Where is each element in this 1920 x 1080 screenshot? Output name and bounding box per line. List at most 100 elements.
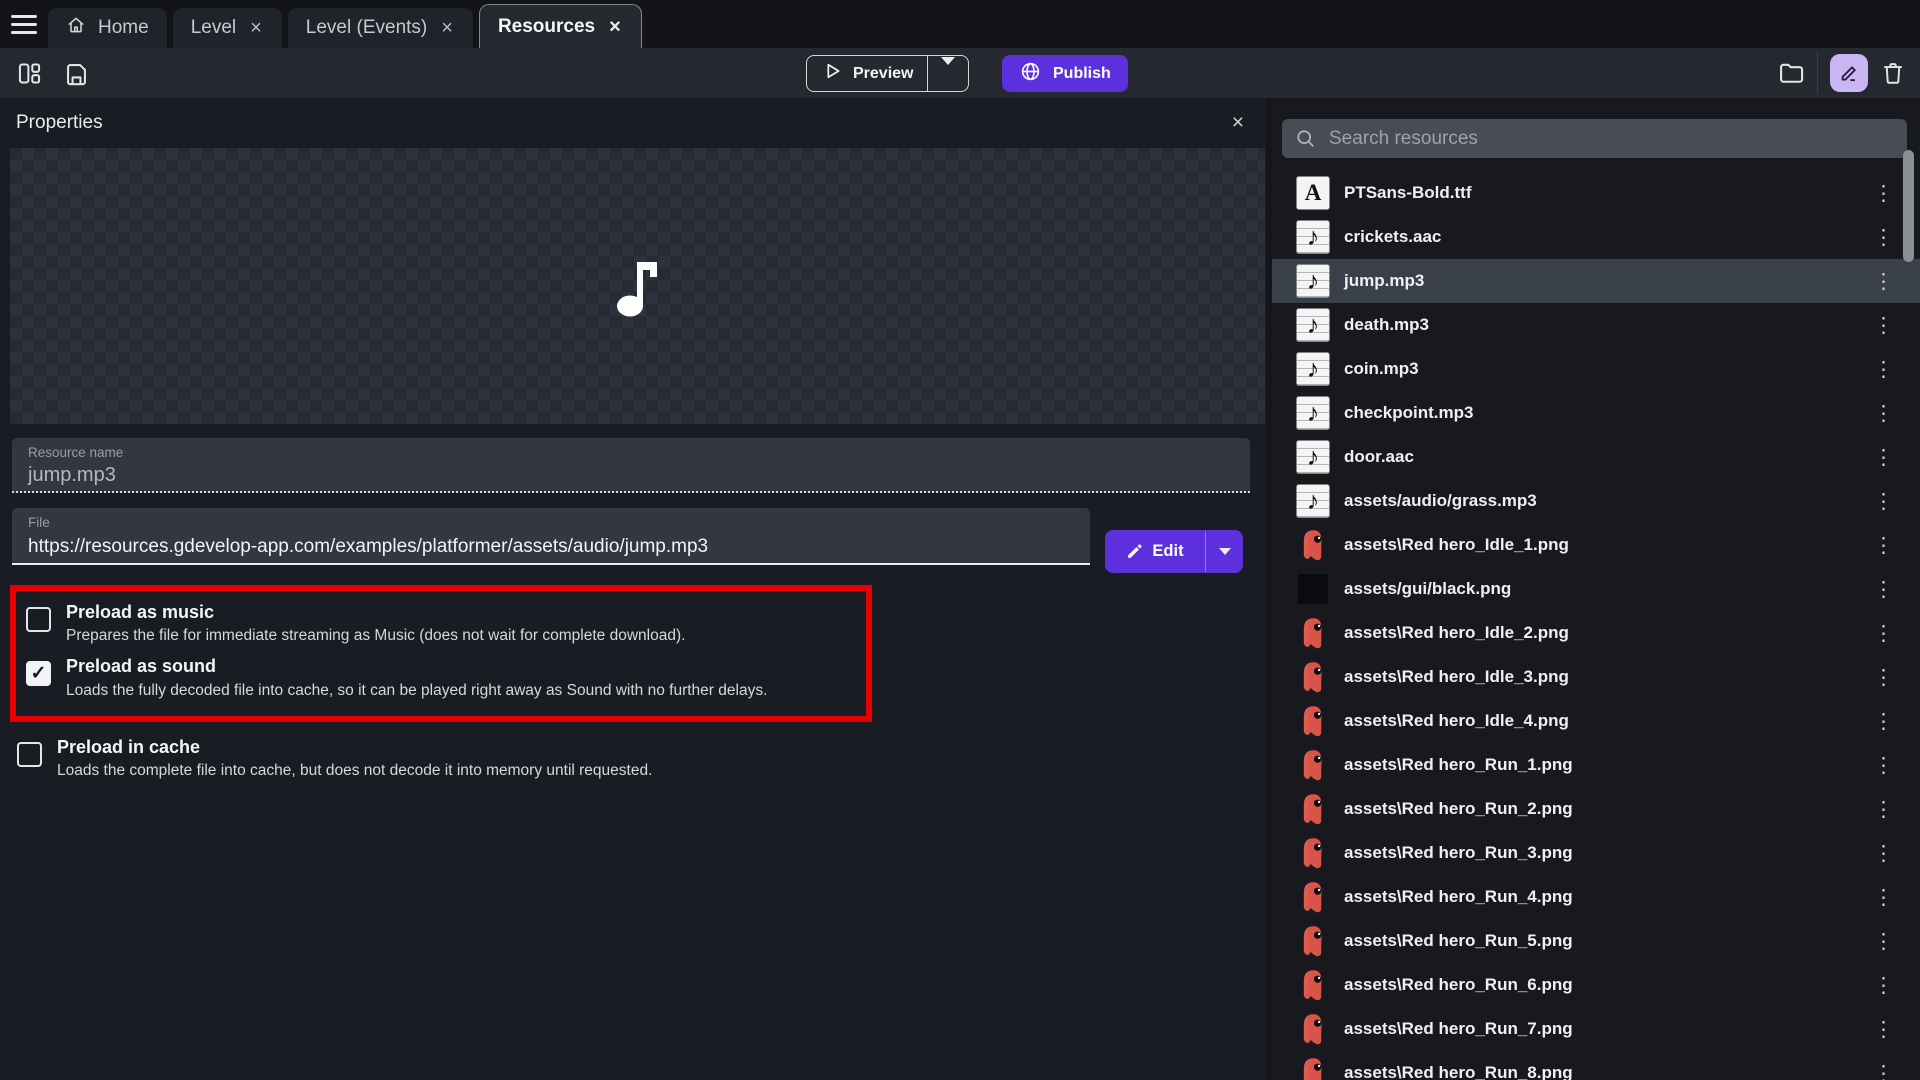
option-label: Preload as music bbox=[66, 601, 685, 624]
scrollbar-thumb[interactable] bbox=[1903, 150, 1914, 262]
kebab-menu-icon[interactable]: ⋮ bbox=[1873, 799, 1894, 820]
option-description: Loads the fully decoded file into cache,… bbox=[66, 682, 767, 700]
resources-sidebar: A PTSans-Bold.ttf ⋮ ♪ crickets.aac ⋮ ♪ j… bbox=[1272, 98, 1920, 1080]
kebab-menu-icon[interactable]: ⋮ bbox=[1873, 535, 1894, 556]
trash-icon[interactable] bbox=[1880, 60, 1906, 86]
kebab-menu-icon[interactable]: ⋮ bbox=[1873, 711, 1894, 732]
resource-list-item[interactable]: ♪ door.aac ⋮ bbox=[1272, 435, 1920, 479]
resource-list-item[interactable]: assets\Red hero_Run_8.png ⋮ bbox=[1272, 1051, 1920, 1080]
resource-list-item[interactable]: assets\Red hero_Run_3.png ⋮ bbox=[1272, 831, 1920, 875]
resource-list-item[interactable]: assets\Red hero_Idle_4.png ⋮ bbox=[1272, 699, 1920, 743]
kebab-menu-icon[interactable]: ⋮ bbox=[1873, 1019, 1894, 1040]
tab-home[interactable]: Home bbox=[48, 8, 167, 48]
publish-button[interactable]: Publish bbox=[1002, 55, 1128, 92]
resource-list-item[interactable]: assets\Red hero_Idle_2.png ⋮ bbox=[1272, 611, 1920, 655]
search-input[interactable] bbox=[1329, 128, 1894, 150]
file-field[interactable]: File https://resources.gdevelop-app.com/… bbox=[12, 508, 1090, 565]
resource-list-item[interactable]: ♪ assets/audio/grass.mp3 ⋮ bbox=[1272, 479, 1920, 523]
gdevelop-window: Home Level × Level (Events) × Resources … bbox=[0, 0, 1920, 1080]
resource-list-item[interactable]: assets\Red hero_Run_7.png ⋮ bbox=[1272, 1007, 1920, 1051]
edit-mode-toggle[interactable] bbox=[1830, 54, 1868, 92]
file-label: File bbox=[28, 515, 1074, 530]
audio-file-icon: ♪ bbox=[1296, 484, 1330, 518]
kebab-menu-icon[interactable]: ⋮ bbox=[1873, 667, 1894, 688]
kebab-menu-icon[interactable]: ⋮ bbox=[1873, 359, 1894, 380]
option-label: Preload as sound bbox=[66, 655, 767, 678]
main-menu-icon[interactable] bbox=[0, 0, 48, 48]
resource-name: assets\Red hero_Idle_3.png bbox=[1344, 667, 1569, 687]
font-file-icon: A bbox=[1296, 176, 1330, 210]
option-preload-as-sound: ✓ Preload as sound Loads the fully decod… bbox=[26, 650, 856, 704]
kebab-menu-icon[interactable]: ⋮ bbox=[1873, 271, 1894, 292]
tab-level[interactable]: Level × bbox=[173, 8, 282, 48]
resource-list-item[interactable]: assets\Red hero_Run_1.png ⋮ bbox=[1272, 743, 1920, 787]
black-file-icon bbox=[1298, 574, 1328, 604]
kebab-menu-icon[interactable]: ⋮ bbox=[1873, 403, 1894, 424]
resource-name: crickets.aac bbox=[1344, 227, 1441, 247]
resource-name: assets\Red hero_Run_3.png bbox=[1344, 843, 1573, 863]
properties-title: Properties bbox=[16, 112, 103, 134]
kebab-menu-icon[interactable]: ⋮ bbox=[1873, 491, 1894, 512]
kebab-menu-icon[interactable]: ⋮ bbox=[1873, 887, 1894, 908]
properties-panel: Properties × Resource name jump.mp3 File… bbox=[0, 98, 1266, 1080]
resource-list-item[interactable]: assets\Red hero_Run_6.png ⋮ bbox=[1272, 963, 1920, 1007]
audio-file-icon: ♪ bbox=[1296, 396, 1330, 430]
tab-level-events[interactable]: Level (Events) × bbox=[288, 8, 473, 48]
resource-list-item[interactable]: assets\Red hero_Run_2.png ⋮ bbox=[1272, 787, 1920, 831]
kebab-menu-icon[interactable]: ⋮ bbox=[1873, 623, 1894, 644]
edit-dropdown-button[interactable] bbox=[1206, 530, 1243, 573]
kebab-menu-icon[interactable]: ⋮ bbox=[1873, 843, 1894, 864]
kebab-menu-icon[interactable]: ⋮ bbox=[1873, 931, 1894, 952]
resource-name: door.aac bbox=[1344, 447, 1414, 467]
resource-list-item[interactable]: A PTSans-Bold.ttf ⋮ bbox=[1272, 171, 1920, 215]
folder-icon[interactable] bbox=[1777, 59, 1805, 87]
kebab-menu-icon[interactable]: ⋮ bbox=[1873, 447, 1894, 468]
tab-bar: Home Level × Level (Events) × Resources … bbox=[0, 0, 1920, 48]
file-value: https://resources.gdevelop-app.com/examp… bbox=[28, 536, 1074, 558]
close-icon[interactable]: × bbox=[439, 18, 455, 38]
preview-label: Preview bbox=[853, 65, 913, 83]
edit-file-button[interactable]: Edit bbox=[1105, 530, 1243, 573]
resource-list-item[interactable]: ♪ death.mp3 ⋮ bbox=[1272, 303, 1920, 347]
preload-as-sound-checkbox[interactable]: ✓ bbox=[26, 661, 51, 686]
resource-list-item[interactable]: assets\Red hero_Idle_1.png ⋮ bbox=[1272, 523, 1920, 567]
publish-label: Publish bbox=[1053, 65, 1111, 83]
tab-label: Level (Events) bbox=[306, 17, 427, 39]
resource-list-item[interactable]: assets\Red hero_Run_5.png ⋮ bbox=[1272, 919, 1920, 963]
kebab-menu-icon[interactable]: ⋮ bbox=[1873, 227, 1894, 248]
resource-name: checkpoint.mp3 bbox=[1344, 403, 1473, 423]
image-file-icon bbox=[1296, 924, 1330, 958]
close-icon[interactable]: × bbox=[607, 17, 623, 37]
resource-name: assets\Red hero_Idle_2.png bbox=[1344, 623, 1569, 643]
image-file-icon bbox=[1296, 1056, 1330, 1080]
resource-name: assets\Red hero_Idle_1.png bbox=[1344, 535, 1569, 555]
resource-list-item[interactable]: assets\Red hero_Run_4.png ⋮ bbox=[1272, 875, 1920, 919]
preview-dropdown-button[interactable] bbox=[928, 65, 968, 83]
preload-as-music-checkbox[interactable] bbox=[26, 607, 51, 632]
open-panels-icon[interactable] bbox=[16, 60, 43, 87]
resource-list-item[interactable]: ♪ crickets.aac ⋮ bbox=[1272, 215, 1920, 259]
image-file-icon bbox=[1296, 792, 1330, 826]
kebab-menu-icon[interactable]: ⋮ bbox=[1873, 975, 1894, 996]
preview-button[interactable]: Preview bbox=[806, 55, 969, 92]
tab-resources[interactable]: Resources × bbox=[479, 4, 642, 48]
search-box[interactable] bbox=[1282, 119, 1907, 158]
resource-list-item[interactable]: assets\Red hero_Idle_3.png ⋮ bbox=[1272, 655, 1920, 699]
kebab-menu-icon[interactable]: ⋮ bbox=[1873, 1063, 1894, 1080]
kebab-menu-icon[interactable]: ⋮ bbox=[1873, 183, 1894, 204]
resource-list-item[interactable]: ♪ checkpoint.mp3 ⋮ bbox=[1272, 391, 1920, 435]
kebab-menu-icon[interactable]: ⋮ bbox=[1873, 579, 1894, 600]
option-description: Prepares the file for immediate streamin… bbox=[66, 627, 685, 645]
resource-list-item[interactable]: ♪ coin.mp3 ⋮ bbox=[1272, 347, 1920, 391]
resource-list-item[interactable]: ♪ jump.mp3 ⋮ bbox=[1272, 259, 1920, 303]
pencil-icon bbox=[1838, 62, 1860, 84]
resource-list-item[interactable]: assets/gui/black.png ⋮ bbox=[1272, 567, 1920, 611]
kebab-menu-icon[interactable]: ⋮ bbox=[1873, 755, 1894, 776]
image-file-icon bbox=[1296, 968, 1330, 1002]
close-icon[interactable]: × bbox=[248, 18, 264, 38]
kebab-menu-icon[interactable]: ⋮ bbox=[1873, 315, 1894, 336]
close-icon[interactable]: × bbox=[1226, 111, 1250, 135]
save-icon[interactable] bbox=[63, 60, 90, 87]
preload-in-cache-checkbox[interactable] bbox=[17, 742, 42, 767]
image-file-icon bbox=[1296, 880, 1330, 914]
